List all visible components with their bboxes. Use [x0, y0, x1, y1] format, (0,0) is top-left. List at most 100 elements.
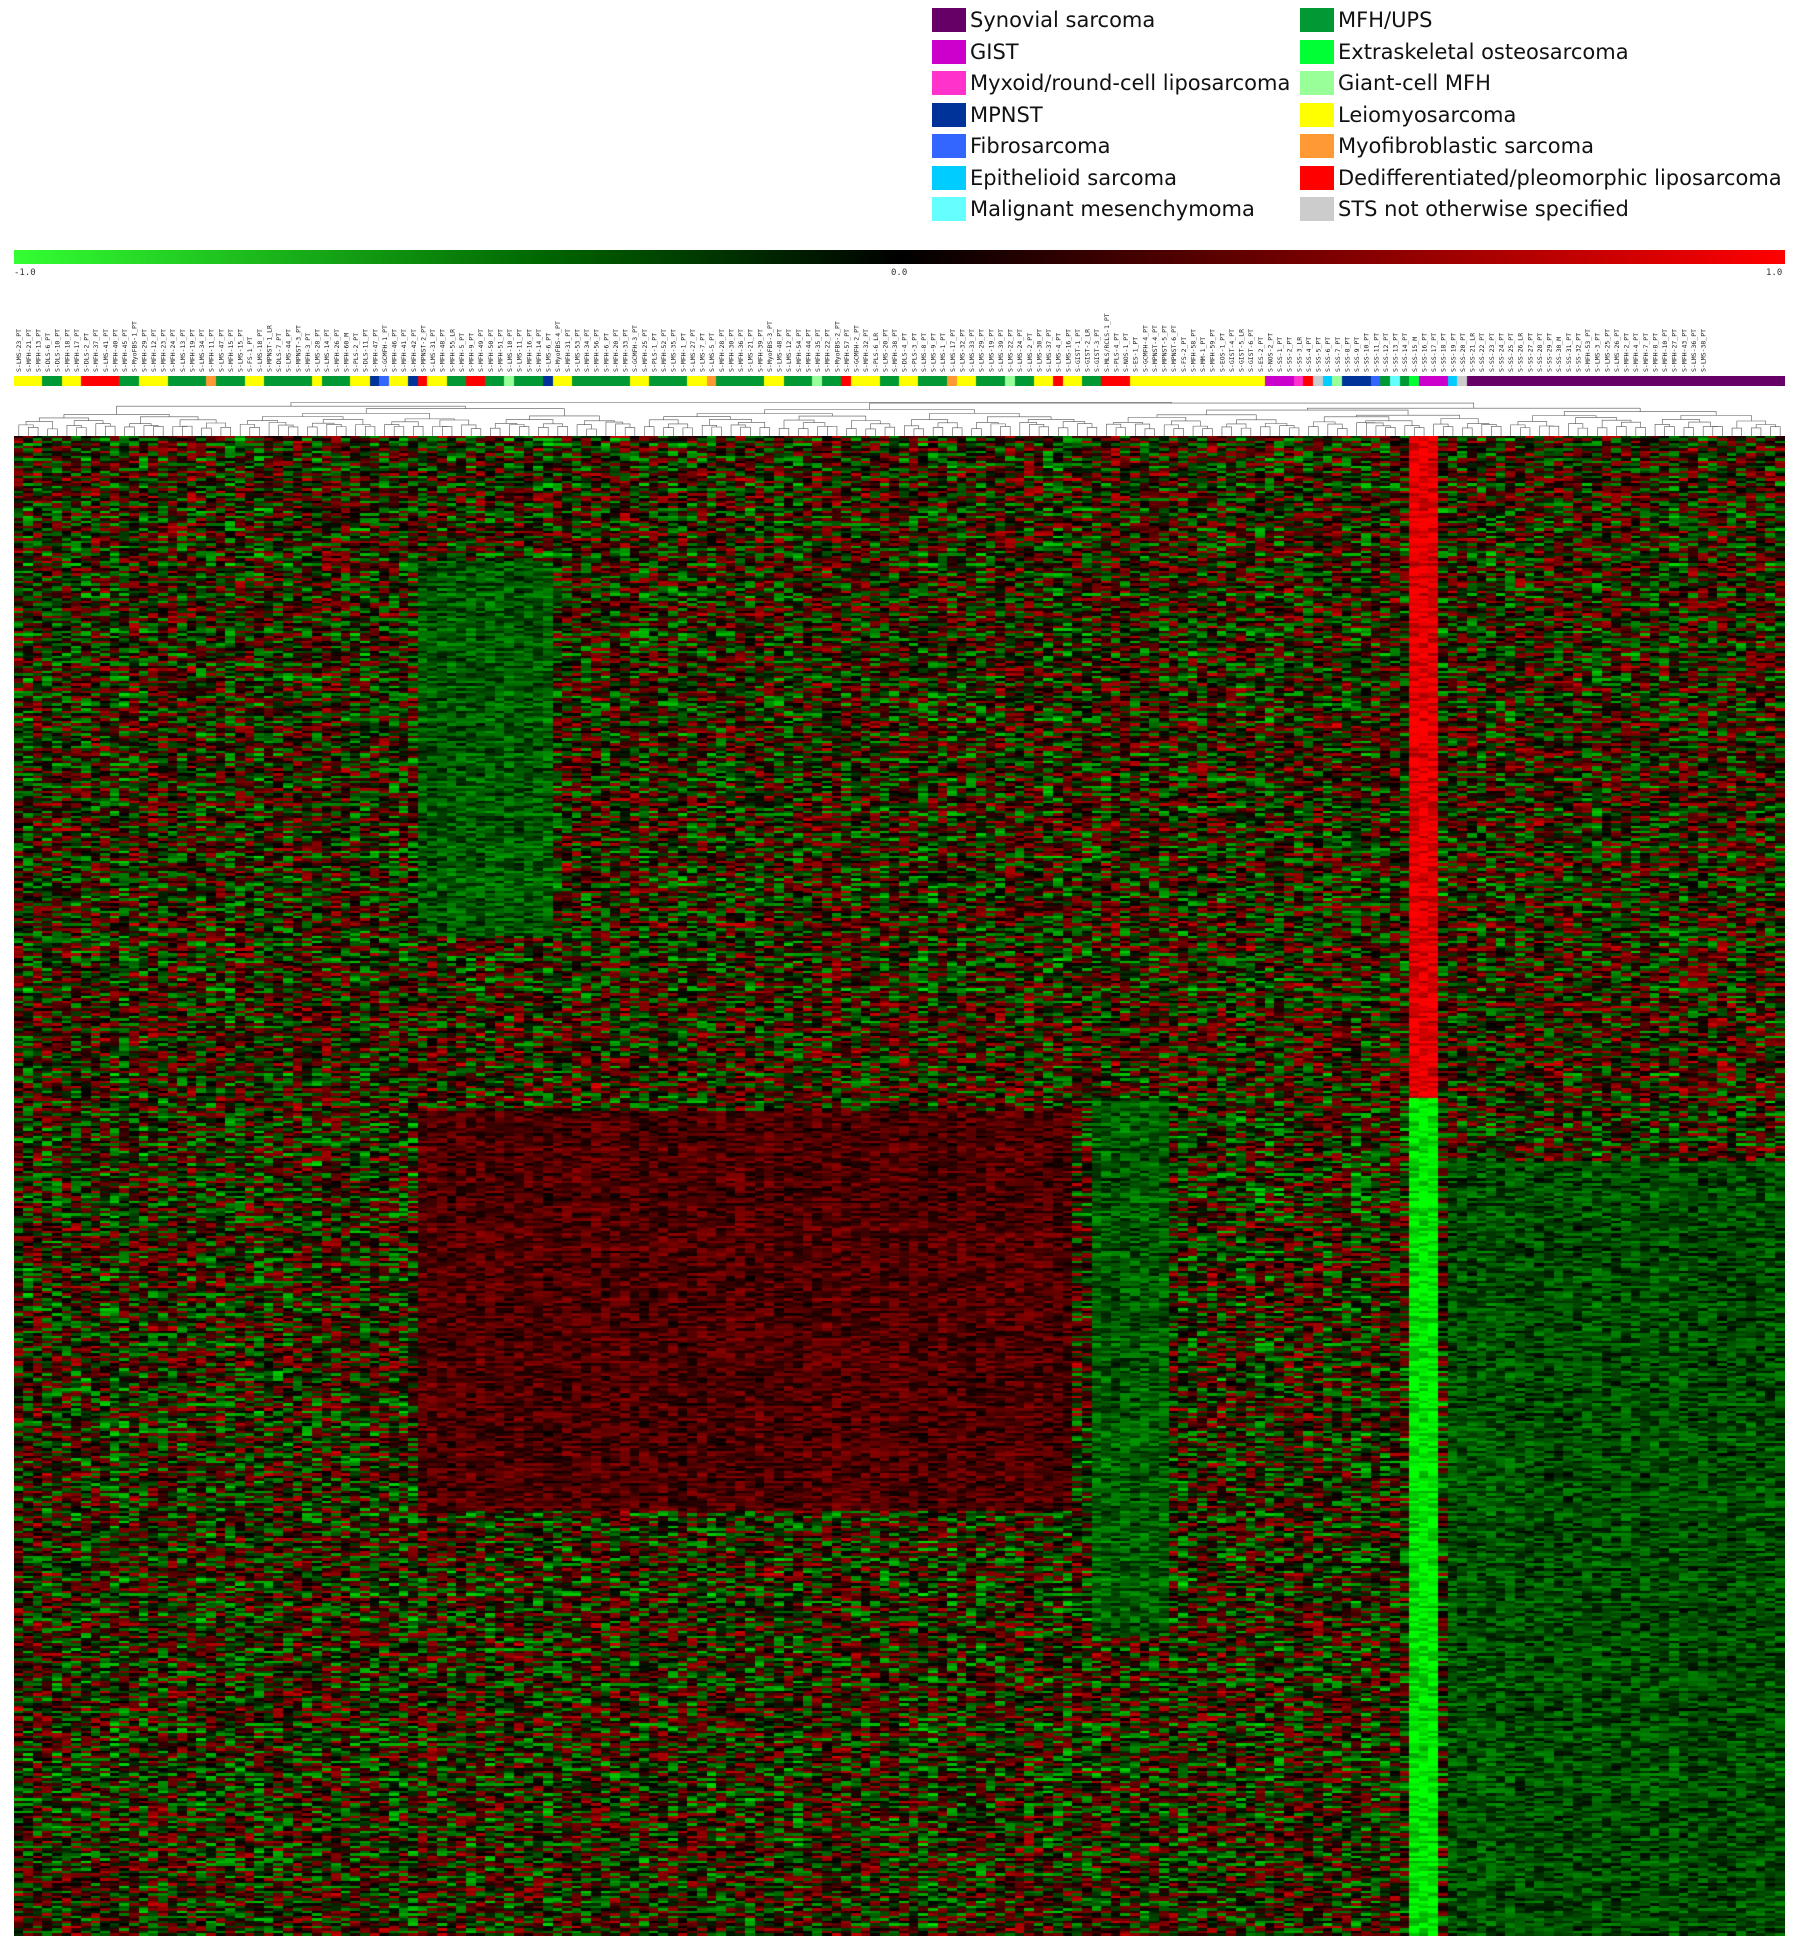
- dendrogram-branch: [1404, 425, 1420, 436]
- dendrogram-branch: [66, 425, 82, 436]
- sample-label: S-FS-1_PT: [246, 337, 254, 372]
- sample-label: S-LMS-5_PT: [708, 333, 716, 372]
- sample-label: S-SS-27_PT: [1526, 333, 1534, 372]
- sample-label: S-LMS-26_PT: [1613, 329, 1621, 372]
- dendrogram-branch: [1548, 425, 1560, 436]
- sample-label: S-SS-16_PT: [1420, 333, 1428, 372]
- dendrogram-branch: [182, 425, 193, 436]
- dendrogram-branch: [884, 426, 895, 436]
- sample-label: S-GCMFH-4_PT: [1141, 325, 1149, 372]
- dendrogram-branch: [1510, 424, 1526, 436]
- legend-swatch: [932, 102, 966, 127]
- sample-label: S-MFH-58_PT: [1189, 329, 1197, 372]
- sample-label: S-MFH-13_PT: [34, 329, 42, 372]
- dendrogram-branch: [1027, 419, 1075, 423]
- dendrogram-branch: [846, 428, 857, 436]
- sample-label: S-MPNST-4_PT: [1151, 325, 1159, 372]
- dendrogram-branch: [1356, 422, 1376, 436]
- sample-label: S-LMS-47_PT: [217, 329, 225, 372]
- sample-label: S-MFH-27_PT: [1671, 329, 1679, 372]
- dendrogram-branch: [18, 424, 34, 436]
- dendrogram-branch: [393, 426, 405, 436]
- legend-label: Synovial sarcoma: [970, 8, 1156, 32]
- dendrogram-branch: [827, 425, 838, 436]
- sample-label: S-LMS-35_PT: [670, 329, 678, 372]
- dendrogram-branch: [1755, 424, 1776, 428]
- sample-label: S-SS-31_PT: [1565, 333, 1573, 372]
- sample-label: S-MPNST-6_PT: [1170, 325, 1178, 372]
- sample-label: S-SS-11_PT: [1372, 333, 1380, 372]
- sample-label: S-SS-1_PT: [1276, 337, 1284, 372]
- sample-label: S-GIST-3_PT: [1093, 329, 1101, 372]
- sample-label: S-MFH-59_PT: [1209, 329, 1217, 372]
- sample-label: S-MPNST-2_PT: [419, 325, 427, 372]
- dendrogram-branch: [95, 423, 111, 436]
- legend-label: GIST: [970, 39, 1019, 64]
- dendrogram-branch: [63, 414, 170, 418]
- sample-label: S-LMS-19_PT: [987, 329, 995, 372]
- sample-label: S-GIST-6_PT: [1247, 329, 1255, 372]
- legend-swatch: [1300, 134, 1334, 158]
- dendrogram-branch: [461, 424, 477, 436]
- sample-label: S-LMS-13_PT: [179, 329, 187, 372]
- sample-label: S-MFH-3_PT: [304, 333, 312, 372]
- dendrogram-branch: [1106, 423, 1122, 436]
- sample-label: S-SS-9_PT: [1353, 337, 1361, 372]
- dendrogram-branch: [1086, 427, 1098, 436]
- sample-label: S-LMS-15_PT: [237, 329, 245, 372]
- sample-label: S-SS-15_M: [1411, 337, 1419, 372]
- dendrogram-branch: [1337, 428, 1348, 436]
- sample-label: S-NOS-1_PT: [1122, 333, 1130, 372]
- sample-label: S-MFH-42_PT: [410, 329, 418, 372]
- heatmap: [14, 436, 1785, 1936]
- color-scale-bar: [14, 250, 1785, 264]
- sample-label: S-LMS-53_PT: [573, 329, 581, 372]
- sample-label: S-LMS-33_PT: [968, 329, 976, 372]
- sample-label: S-LMS-38_PT: [1700, 329, 1708, 372]
- legend-item: Dedifferentiated/pleomorphic liposarcoma: [1300, 164, 1782, 192]
- dendrogram-branch: [1366, 422, 1384, 436]
- sample-label: S-LMS-7_PT: [699, 333, 707, 372]
- sample-label: S-SS-5_PT: [1315, 337, 1323, 372]
- dendrogram-branch: [1433, 423, 1449, 436]
- legend-label: Fibrosarcoma: [970, 134, 1111, 158]
- sample-label: S-LMS-21_PT: [747, 329, 755, 372]
- sample-label: S-LMS-12_PT: [785, 329, 793, 372]
- sample-label: S-MM-1_PT: [1199, 337, 1207, 372]
- sample-label: S-FS-2_PT: [1180, 337, 1188, 372]
- dendrogram-branch: [1327, 423, 1343, 436]
- sample-label: S-MFH-52_PT: [660, 329, 668, 372]
- sample-label: S-LMS-23_PT: [15, 329, 23, 372]
- sample-label: S-MFH-4_PT: [1632, 333, 1640, 372]
- sample-label: S-MFH-45_PT: [121, 329, 129, 372]
- dendrogram-branch: [365, 408, 565, 416]
- dendrogram-branch: [1260, 426, 1271, 436]
- legend-label: Epithelioid sarcoma: [970, 165, 1177, 190]
- sample-label: S-PLS-3_PT: [910, 333, 918, 372]
- sample-label: S-MyoFBS-4_PT: [554, 321, 562, 372]
- sample-label: S-MFH-49_PT: [477, 329, 485, 372]
- dendrogram-branch: [1731, 427, 1742, 436]
- sample-label: S-SS-6_PT: [1324, 337, 1332, 372]
- dendrogram-branch: [1279, 425, 1295, 436]
- dendrogram-branch: [28, 427, 39, 436]
- legend-label: Malignant mesenchymoma: [970, 197, 1255, 221]
- sample-label: S-LMS-27_PT: [689, 329, 697, 372]
- sample-label: S-MFH-11_PT: [208, 329, 216, 372]
- dendrogram-branch: [759, 427, 770, 436]
- sample-label: S-MPNST-5_PT: [1161, 325, 1169, 372]
- dendrogram-branch: [1289, 427, 1300, 436]
- dendrogram-branch: [904, 425, 920, 436]
- legend-label: Leiomyosarcoma: [1338, 102, 1517, 127]
- sample-label: S-SS-20_PT: [1459, 333, 1467, 372]
- sample-label: S-DLS-11_PT: [362, 329, 370, 372]
- dendrogram-branch: [764, 409, 975, 414]
- sample-label: S-SS-30_M: [1555, 337, 1563, 372]
- dendrogram-branch: [124, 426, 135, 436]
- sample-label: S-MFH-19_PT: [188, 329, 196, 372]
- dendrogram-branch: [268, 422, 287, 436]
- dendrogram-branch: [322, 419, 364, 425]
- sample-label: S-LMS-39_PT: [997, 329, 1005, 372]
- legend-item: Malignant mesenchymoma: [932, 195, 1255, 223]
- dendrogram-branch: [1539, 425, 1555, 436]
